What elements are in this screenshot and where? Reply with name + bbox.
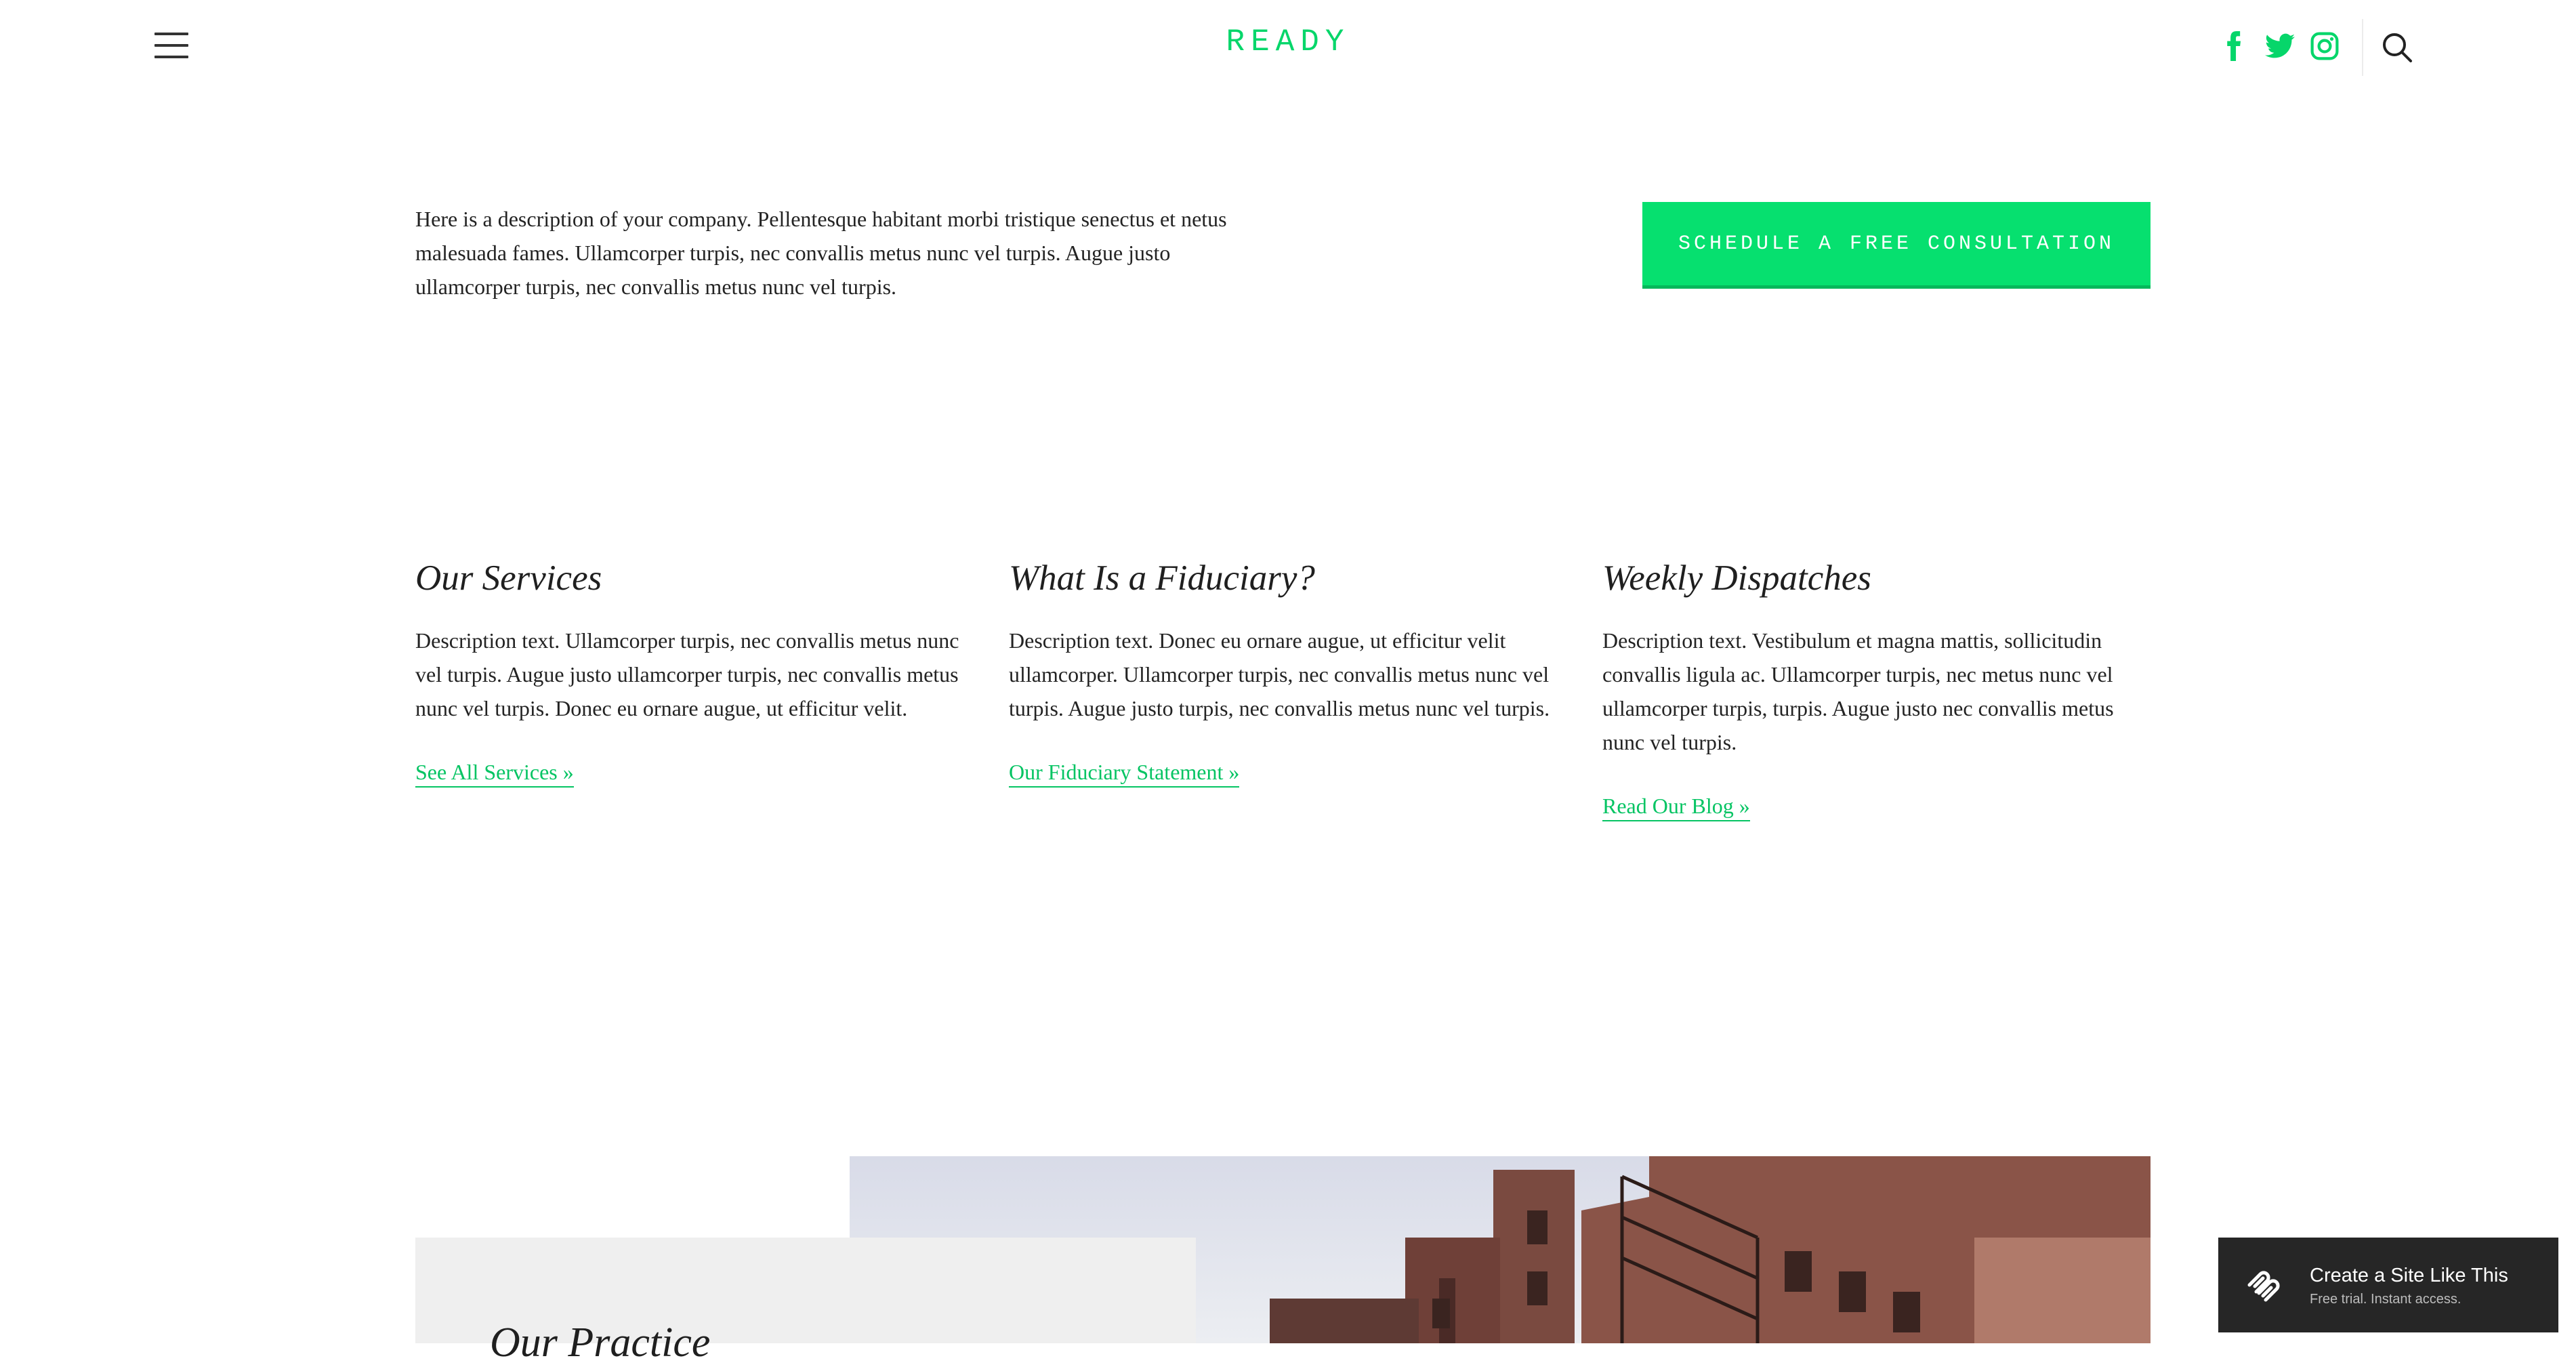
social-links	[2218, 30, 2341, 62]
facebook-icon[interactable]	[2218, 30, 2250, 62]
badge-title: Create a Site Like This	[2310, 1265, 2508, 1286]
dispatches-column: Weekly Dispatches Description text. Vest…	[1602, 554, 2158, 821]
fiduciary-column: What Is a Fiduciary? Description text. D…	[1009, 554, 1564, 788]
practice-card: Our Practice	[415, 1238, 1196, 1366]
header-divider	[2362, 19, 2363, 76]
search-icon[interactable]	[2380, 30, 2415, 65]
read-blog-link[interactable]: Read Our Blog »	[1602, 792, 1750, 821]
services-column: Our Services Description text. Ullamcorp…	[415, 554, 971, 788]
fiduciary-statement-link[interactable]: Our Fiduciary Statement »	[1009, 758, 1240, 788]
see-all-services-link[interactable]: See All Services »	[415, 758, 574, 788]
site-header: READY	[0, 0, 2576, 95]
site-logo[interactable]: READY	[0, 24, 2576, 60]
schedule-consultation-button[interactable]: SCHEDULE A FREE CONSULTATION	[1642, 202, 2151, 289]
create-site-badge[interactable]: Create a Site Like This Free trial. Inst…	[2218, 1238, 2558, 1332]
column-title: Our Services	[415, 558, 602, 598]
column-text: Description text. Donec eu ornare augue,…	[1009, 628, 1550, 720]
column-text: Description text. Ullamcorper turpis, ne…	[415, 628, 959, 720]
company-description: Here is a description of your company. P…	[415, 207, 1227, 299]
column-title: Weekly Dispatches	[1602, 558, 1871, 598]
squarespace-logo-icon	[2247, 1271, 2280, 1302]
badge-subtitle: Free trial. Instant access.	[2310, 1292, 2461, 1307]
twitter-icon[interactable]	[2264, 30, 2296, 62]
column-text: Description text. Vestibulum et magna ma…	[1602, 628, 2114, 754]
instagram-icon[interactable]	[2308, 30, 2341, 62]
column-title: What Is a Fiduciary?	[1009, 558, 1315, 598]
